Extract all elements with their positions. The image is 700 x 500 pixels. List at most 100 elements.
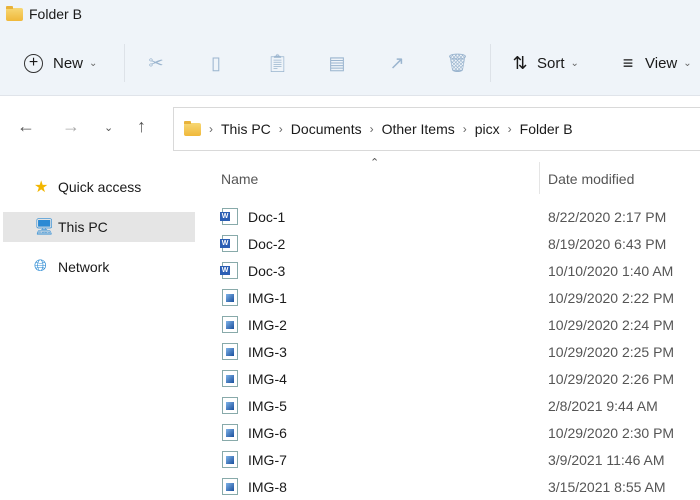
breadcrumb-other-items[interactable]: Other Items: [382, 121, 455, 137]
file-date-modified: 2/8/2021 9:44 AM: [548, 397, 658, 414]
column-header-date-modified[interactable]: Date modified: [548, 171, 634, 187]
image-file-icon: [222, 343, 238, 360]
breadcrumb-this-pc[interactable]: This PC: [221, 121, 271, 137]
paste-icon: 📋︎: [266, 52, 289, 73]
share-icon: ↗: [389, 52, 405, 73]
file-row[interactable]: IMG-7 3/9/2021 11:46 AM: [222, 446, 700, 473]
file-row[interactable]: IMG-3 10/29/2020 2:25 PM: [222, 338, 700, 365]
file-date-modified: 8/22/2020 2:17 PM: [548, 208, 667, 225]
file-name: IMG-8: [248, 478, 287, 495]
file-name: IMG-2: [248, 316, 287, 333]
file-name: IMG-7: [248, 451, 287, 468]
file-name: IMG-3: [248, 343, 287, 360]
rename-button[interactable]: ▤: [326, 44, 348, 82]
column-header-name[interactable]: Name: [221, 171, 258, 187]
sort-label: Sort: [537, 54, 565, 72]
sort-button[interactable]: ⇅ Sort ⌄: [509, 44, 579, 82]
breadcrumb-separator-icon: ›: [278, 122, 283, 136]
copy-button[interactable]: ▯: [205, 44, 227, 82]
up-arrow-icon[interactable]: ↑: [137, 116, 146, 137]
file-row[interactable]: Doc-1 8/22/2020 2:17 PM: [220, 203, 700, 230]
image-file-icon: [222, 478, 238, 495]
word-document-icon: [220, 262, 238, 279]
breadcrumb-folder-b[interactable]: Folder B: [520, 121, 573, 137]
computer-icon: 🖥︎: [34, 219, 55, 236]
file-date-modified: 10/10/2020 1:40 AM: [548, 262, 674, 279]
breadcrumb-documents[interactable]: Documents: [291, 121, 362, 137]
file-row[interactable]: Doc-3 10/10/2020 1:40 AM: [220, 257, 700, 284]
breadcrumb-separator-icon: ›: [209, 122, 213, 136]
breadcrumb-picx[interactable]: picx: [475, 121, 500, 137]
file-date-modified: 10/29/2020 2:30 PM: [548, 424, 675, 441]
file-row[interactable]: IMG-1 10/29/2020 2:22 PM: [222, 284, 700, 311]
file-row[interactable]: IMG-5 2/8/2021 9:44 AM: [222, 392, 700, 419]
image-file-icon: [222, 370, 238, 387]
folder-icon: [6, 5, 23, 21]
forward-arrow-icon[interactable]: →: [62, 116, 80, 137]
sidebar-item-label: Quick access: [58, 179, 142, 195]
file-date-modified: 10/29/2020 2:22 PM: [548, 289, 675, 306]
recent-locations-chevron-icon[interactable]: ⌄: [104, 121, 113, 134]
breadcrumb-separator-icon: ›: [369, 122, 374, 136]
file-name: IMG-6: [248, 424, 287, 441]
image-file-icon: [222, 397, 238, 414]
trash-icon: 🗑︎: [446, 52, 469, 73]
share-button[interactable]: ↗: [386, 44, 408, 82]
copy-icon: ▯: [211, 52, 221, 73]
rename-icon: ▤: [328, 52, 346, 73]
sidebar-item-label: This PC: [58, 219, 108, 235]
chevron-down-icon: ⌄: [683, 57, 692, 69]
file-name: Doc-3: [248, 262, 286, 279]
file-date-modified: 8/19/2020 6:43 PM: [548, 235, 667, 252]
sidebar-item-label: Network: [58, 259, 110, 275]
image-file-icon: [222, 451, 238, 468]
network-icon: 🌐︎: [34, 258, 47, 275]
title-and-toolbar: Folder B + New ⌄ ✂ ▯ 📋︎ ▤ ↗ 🗑︎ ⇅ Sort ⌄ …: [0, 0, 700, 96]
delete-button[interactable]: 🗑︎: [446, 44, 469, 82]
file-row[interactable]: IMG-2 10/29/2020 2:24 PM: [222, 311, 700, 338]
file-date-modified: 3/15/2021 8:55 AM: [548, 478, 666, 495]
file-name: IMG-5: [248, 397, 287, 414]
folder-icon: [184, 120, 201, 136]
file-name: Doc-2: [248, 235, 286, 252]
file-date-modified: 10/29/2020 2:25 PM: [548, 343, 675, 360]
breadcrumb-separator-icon: ›: [462, 122, 467, 136]
sidebar-item-this-pc[interactable]: 🖥︎ This PC: [3, 212, 195, 242]
file-row[interactable]: IMG-4 10/29/2020 2:26 PM: [222, 365, 700, 392]
word-document-icon: [220, 208, 238, 225]
column-divider[interactable]: [539, 162, 540, 194]
view-label: View: [645, 54, 678, 72]
sort-icon: ⇅: [512, 52, 528, 73]
breadcrumb-separator-icon: ›: [507, 122, 512, 136]
back-arrow-icon[interactable]: ←: [17, 116, 35, 137]
image-file-icon: [222, 424, 238, 441]
new-label: New: [53, 54, 84, 72]
window-title-text: Folder B: [29, 6, 82, 22]
file-name: IMG-1: [248, 289, 287, 306]
chevron-down-icon: ⌄: [570, 57, 579, 69]
image-file-icon: [222, 316, 238, 333]
address-bar[interactable]: › This PC › Documents › Other Items › pi…: [173, 107, 700, 151]
paste-button[interactable]: 📋︎: [266, 44, 289, 82]
star-icon: ★: [34, 179, 49, 196]
window-title: Folder B: [6, 5, 82, 22]
view-button[interactable]: ≡ View ⌄: [617, 44, 692, 82]
scissors-icon: ✂: [148, 52, 164, 73]
file-name: Doc-1: [248, 208, 286, 225]
sidebar-item-network[interactable]: 🌐︎ Network: [3, 252, 195, 282]
new-button[interactable]: + New ⌄: [24, 44, 97, 82]
sidebar-item-quick-access[interactable]: ★ Quick access: [3, 172, 195, 202]
toolbar-divider: [124, 44, 125, 82]
cut-button[interactable]: ✂: [145, 44, 167, 82]
chevron-down-icon: ⌄: [89, 57, 98, 69]
file-row[interactable]: IMG-6 10/29/2020 2:30 PM: [222, 419, 700, 446]
image-file-icon: [222, 289, 238, 306]
plus-circle-icon: +: [24, 53, 43, 73]
toolbar-divider: [490, 44, 491, 82]
file-date-modified: 10/29/2020 2:24 PM: [548, 316, 675, 333]
list-view-icon: ≡: [622, 52, 634, 73]
word-document-icon: [220, 235, 238, 252]
file-row[interactable]: Doc-2 8/19/2020 6:43 PM: [220, 230, 700, 257]
file-date-modified: 10/29/2020 2:26 PM: [548, 370, 675, 387]
file-name: IMG-4: [248, 370, 287, 387]
